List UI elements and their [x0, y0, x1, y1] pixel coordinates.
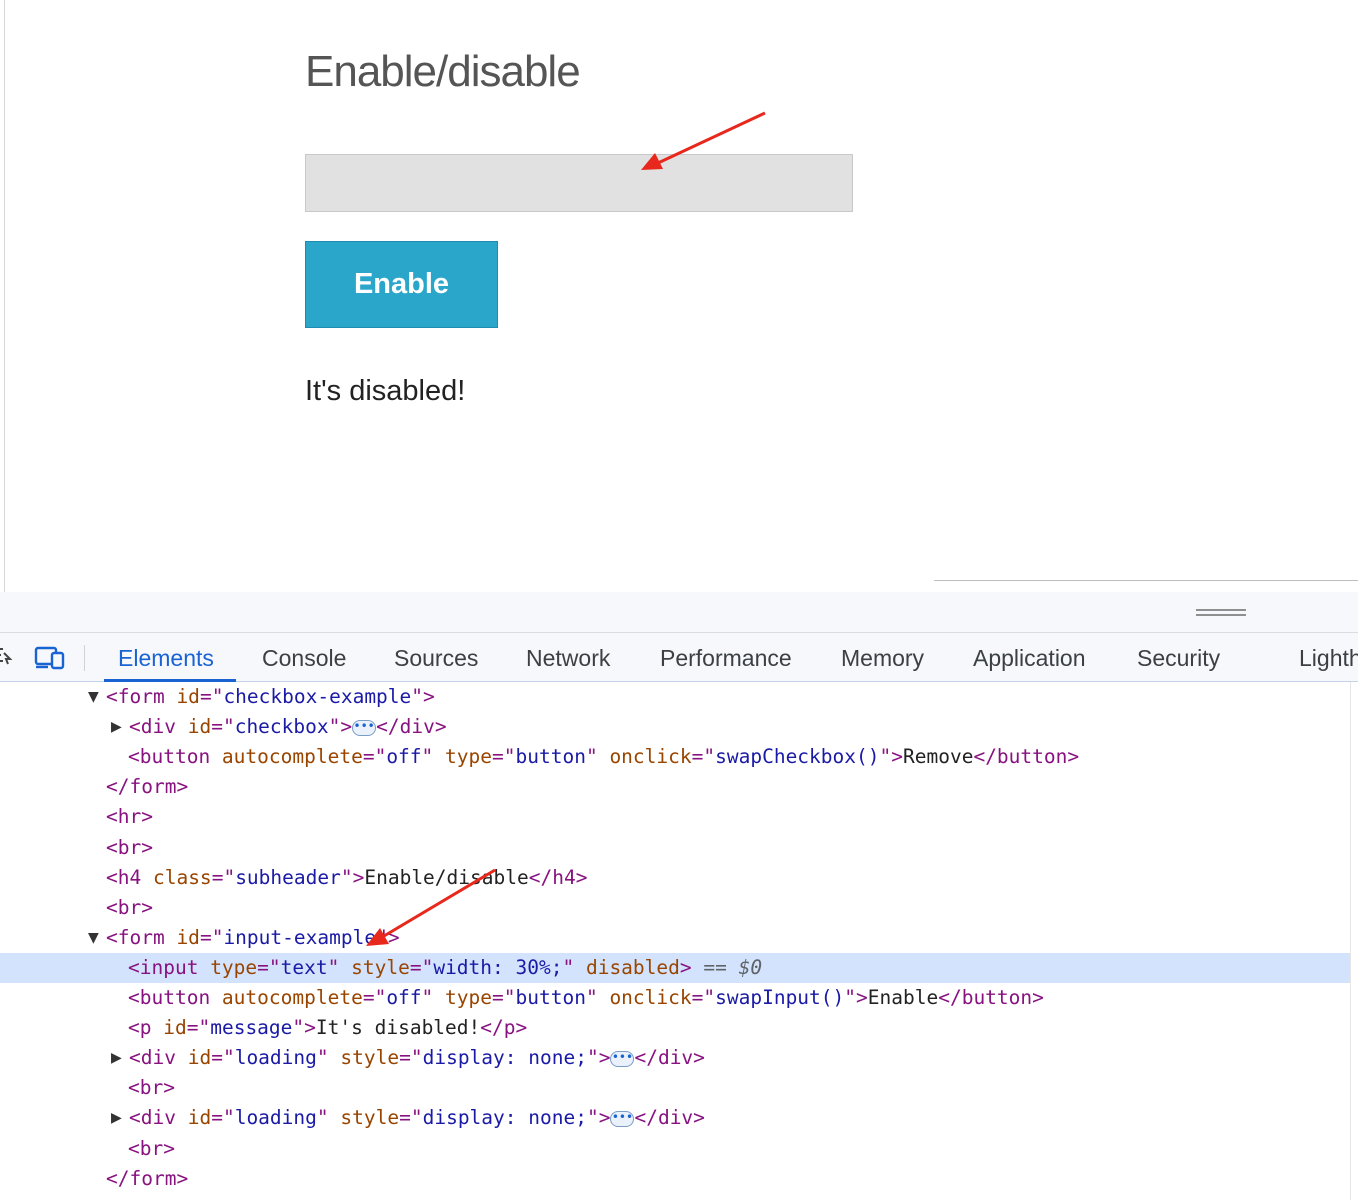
tab-memory[interactable]: Memory: [841, 633, 924, 681]
enable-button[interactable]: Enable: [305, 241, 498, 328]
dom-node-source: <br>: [106, 835, 153, 859]
dom-tree-row[interactable]: <br>: [0, 1134, 1350, 1164]
expand-triangle-closed-icon[interactable]: ▶: [111, 712, 122, 742]
dom-node-source: <br>: [106, 895, 153, 919]
dom-node-source: <button autocomplete="off" type="button"…: [128, 986, 1044, 1009]
tab-elements[interactable]: Elements: [104, 633, 236, 682]
elements-dom-tree: ▼ <form id="checkbox-example"> ▶ <div id="c…: [0, 682, 1358, 1200]
devtools-panel: Elements Console Sources Network Perform…: [0, 592, 1358, 1200]
page-subheader: Enable/disable: [305, 47, 581, 96]
dom-node-source: </form>: [106, 775, 189, 799]
tab-sources[interactable]: Sources: [394, 633, 478, 681]
dom-node-source: </form>: [106, 1166, 189, 1190]
tab-application[interactable]: Application: [973, 633, 1086, 681]
dom-tree-row[interactable]: ▼ <form id="checkbox-example">: [0, 682, 1350, 712]
collapsed-content-ellipsis[interactable]: •••: [610, 1110, 635, 1127]
status-message: It's disabled!: [305, 375, 466, 407]
tab-lighthouse[interactable]: Lighth: [1299, 633, 1358, 681]
toolbar-divider: [84, 645, 85, 671]
expand-triangle-closed-icon[interactable]: ▶: [111, 1103, 122, 1133]
expand-triangle-open-icon[interactable]: ▼: [88, 682, 99, 712]
dom-tree-row[interactable]: ▶ <div id="loading" style="display: none;…: [0, 1043, 1350, 1073]
devtools-tab-bar: Elements Console Sources Network Perform…: [0, 632, 1358, 682]
dom-tree-row[interactable]: <button autocomplete="off" type="button"…: [0, 742, 1350, 772]
dom-node-source: <hr>: [106, 805, 153, 829]
tab-performance[interactable]: Performance: [660, 633, 792, 681]
dom-tree-row[interactable]: <input type="text" style="width: 30%;" d…: [0, 952, 1350, 983]
dom-tree-row[interactable]: ▶ <div id="checkbox">•••</div>: [0, 712, 1350, 742]
tab-console[interactable]: Console: [262, 633, 346, 681]
web-page: Enable/disable Enable It's disabled!: [0, 0, 1358, 592]
dom-tree-row[interactable]: <br>: [0, 1073, 1350, 1103]
dom-tree-row[interactable]: <button autocomplete="off" type="button"…: [0, 983, 1350, 1013]
disabled-text-input: [305, 154, 853, 212]
devtools-resize-bar[interactable]: [0, 592, 1358, 632]
dom-node-source: <input type="text" style="width: 30%;" d…: [128, 955, 763, 979]
tab-network[interactable]: Network: [526, 633, 610, 681]
tab-security[interactable]: Security: [1137, 633, 1220, 681]
dom-tree-scrollbar[interactable]: [1350, 682, 1351, 1200]
dom-tree-row[interactable]: ▶ <div id="loading" style="display: none;…: [0, 1103, 1350, 1133]
dom-tree-row[interactable]: <p id="message">It's disabled!</p>: [0, 1013, 1350, 1043]
expand-triangle-closed-icon[interactable]: ▶: [111, 1043, 122, 1073]
dom-node-source: <form id="input-example">: [106, 925, 400, 949]
collapsed-content-ellipsis[interactable]: •••: [352, 719, 377, 736]
dom-tree-row[interactable]: <hr>: [0, 802, 1350, 832]
dom-node-source: <div id="loading" style="display: none;"…: [129, 1106, 705, 1130]
dom-tree-row[interactable]: </form>: [0, 772, 1350, 802]
collapsed-content-ellipsis[interactable]: •••: [610, 1050, 635, 1067]
dom-node-source: <form id="checkbox-example">: [106, 685, 435, 708]
dom-node-source: <button autocomplete="off" type="button"…: [128, 745, 1080, 769]
drag-handle-icon[interactable]: [1196, 609, 1246, 617]
dom-node-source: <br>: [128, 1076, 175, 1100]
dom-node-source: <br>: [128, 1136, 175, 1160]
page-left-border: [4, 0, 5, 592]
dom-node-source: <p id="message">It's disabled!</p>: [128, 1016, 528, 1040]
inspect-element-icon[interactable]: [0, 645, 14, 671]
dom-tree-row[interactable]: <br>: [0, 893, 1350, 923]
viewport-edge-line: [934, 580, 1358, 581]
dom-tree-row[interactable]: <h4 class="subheader">Enable/disable</h4…: [0, 863, 1350, 893]
dom-node-source: <div id="loading" style="display: none;"…: [129, 1046, 705, 1070]
dom-node-source: <h4 class="subheader">Enable/disable</h4…: [106, 865, 588, 889]
dom-tree-row[interactable]: <br>: [0, 833, 1350, 863]
expand-triangle-open-icon[interactable]: ▼: [88, 923, 99, 953]
dom-tree-row[interactable]: </form>: [0, 1164, 1350, 1194]
dom-tree-row[interactable]: ▼ <form id="input-example">: [0, 923, 1350, 953]
device-toolbar-icon[interactable]: [34, 645, 66, 671]
dom-node-source: <div id="checkbox">•••</div>: [129, 715, 447, 739]
